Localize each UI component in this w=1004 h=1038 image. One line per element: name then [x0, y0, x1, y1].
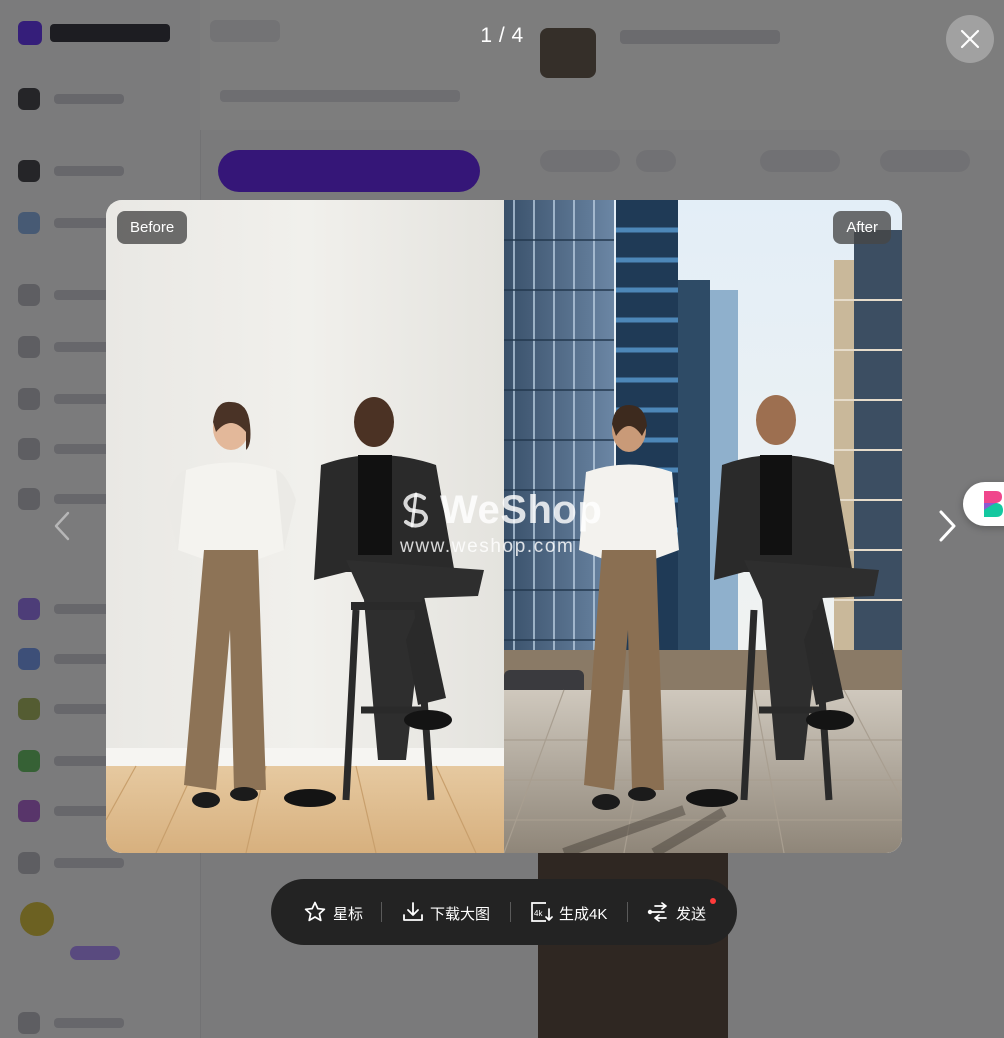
generate-4k-label: 生成4K — [559, 906, 608, 923]
close-button[interactable] — [946, 15, 994, 63]
before-label: Before — [117, 211, 188, 244]
star-icon — [304, 901, 326, 922]
toolbar-divider — [510, 902, 511, 922]
toolbar-divider — [381, 902, 382, 922]
send-label: 发送 — [676, 906, 707, 923]
after-label: After — [833, 211, 891, 244]
generate-4k-button[interactable]: 4k 生成4K — [529, 879, 619, 945]
watermark: WeShop www.weshop.com — [396, 488, 616, 560]
assistant-widget[interactable] — [963, 482, 1004, 526]
svg-text:4k: 4k — [534, 909, 543, 918]
image-action-toolbar: 星标 下载大图 4k 生成4K 发送 — [271, 879, 737, 945]
weshop-logo-icon — [403, 492, 428, 528]
4k-icon: 4k — [531, 902, 553, 922]
watermark-name: WeShop — [440, 488, 603, 532]
next-image-button[interactable] — [930, 506, 964, 546]
share-icon — [647, 902, 667, 922]
previous-image-button[interactable] — [46, 508, 78, 544]
watermark-url: www.weshop.com — [400, 536, 575, 557]
star-button[interactable]: 星标 — [303, 879, 397, 945]
chevron-right-icon — [939, 510, 956, 542]
close-icon — [960, 29, 980, 49]
download-icon — [403, 902, 423, 921]
download-label: 下载大图 — [430, 906, 491, 923]
toolbar-divider — [627, 902, 628, 922]
assistant-logo-icon — [984, 491, 1003, 517]
star-label: 星标 — [333, 906, 364, 923]
download-button[interactable]: 下载大图 — [401, 879, 501, 945]
image-counter: 1 / 4 — [480, 24, 524, 47]
send-button[interactable]: 发送 — [646, 879, 716, 945]
before-after-comparison: Before After WeShop www.weshop.com — [106, 200, 902, 853]
notification-dot — [710, 898, 716, 904]
chevron-left-icon — [54, 511, 70, 541]
